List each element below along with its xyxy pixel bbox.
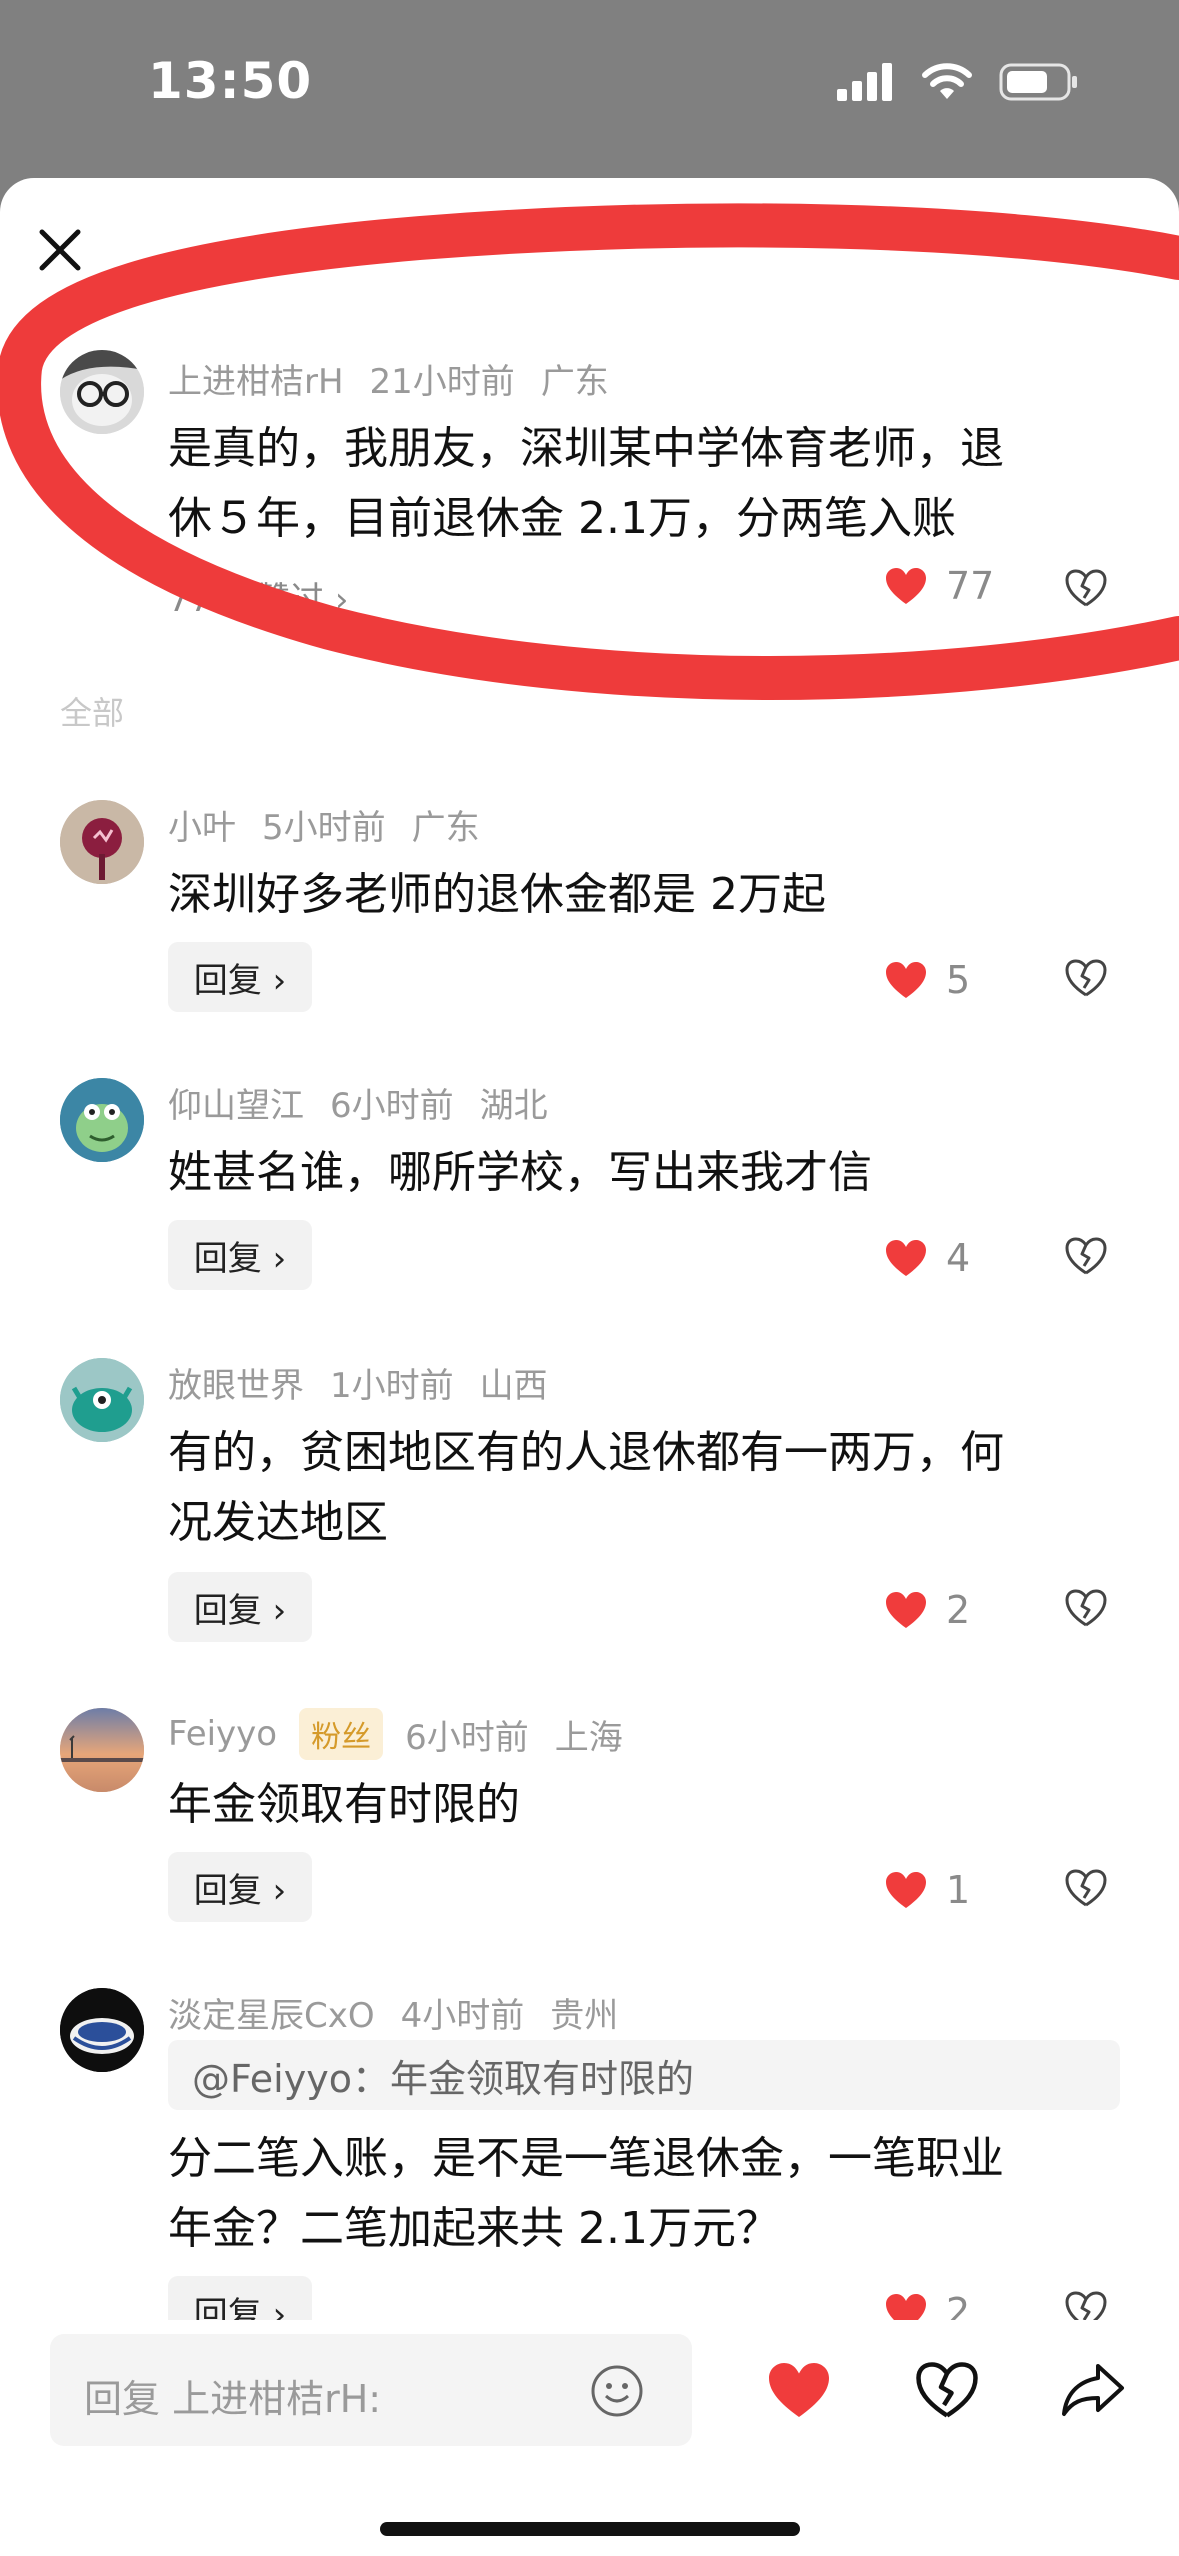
comment-meta: 放眼世界 1小时前 山西 (168, 1358, 548, 1407)
broken-heart-icon[interactable] (1064, 568, 1108, 608)
reply-button[interactable]: 回复 › (168, 1572, 312, 1642)
broken-heart-icon[interactable] (1064, 1868, 1108, 1908)
broken-heart-icon[interactable] (1064, 1236, 1108, 1276)
comment-username[interactable]: 淡定星辰CxO (168, 1988, 375, 2037)
flower-avatar-icon[interactable] (60, 800, 144, 884)
comment-username[interactable]: 上进柑桔rH (168, 354, 344, 403)
like-count: 4 (946, 1236, 971, 1280)
comment-username[interactable]: 仰山望江 (168, 1078, 304, 1127)
teacup-avatar-icon[interactable] (60, 1988, 144, 2072)
monster-avatar-icon[interactable] (60, 1358, 144, 1442)
comment-meta: 淡定星辰CxO 4小时前 贵州 (168, 1988, 618, 2037)
comment-text: 是真的，我朋友，深圳某中学体育老师，退 休５年，目前退休金 2.1万，分两笔入账 (168, 414, 1098, 554)
wifi-icon (922, 63, 972, 99)
like-button[interactable]: 5 (884, 958, 970, 1002)
comment-location: 湖北 (479, 1086, 548, 1126)
comment-time: 5小时前 (262, 808, 386, 848)
comment-location: 广东 (411, 808, 480, 848)
comment-username[interactable]: 小叶 (168, 800, 236, 849)
comment-location: 上海 (554, 1717, 623, 1758)
like-count: 1 (946, 1868, 971, 1912)
like-count: 77 (946, 564, 995, 608)
comment-text-line: 是真的，我朋友，深圳某中学体育老师，退 (168, 423, 1004, 474)
comment-meta: 小叶 5小时前 广东 (168, 800, 480, 849)
like-count: 2 (946, 1588, 971, 1632)
liked-by-link[interactable]: 77 人赞过 › (168, 572, 348, 621)
heart-filled-icon (886, 568, 926, 604)
section-label: 全部 (60, 694, 125, 732)
status-time: 13:50 (148, 52, 313, 110)
status-bar: 13:50 (0, 0, 1179, 178)
close-icon[interactable] (34, 224, 86, 276)
comment-meta: Feiyyo 粉丝 6小时前 上海 (168, 1708, 623, 1760)
comment-meta: 仰山望江 6小时前 湖北 (168, 1078, 548, 1127)
comment-time: 6小时前 (405, 1717, 529, 1758)
fan-badge: 粉丝 (299, 1708, 384, 1760)
reply-button[interactable]: 回复 › (168, 1220, 312, 1290)
comment-text: 有的，贫困地区有的人退休都有一两万，何 况发达地区 (168, 1418, 1098, 1558)
comment-text: 姓甚名谁，哪所学校，写出来我才信 (168, 1147, 872, 1198)
comment-text-line: 休５年，目前退休金 2.1万，分两笔入账 (168, 493, 956, 544)
comment-text-line: 分二笔入账，是不是一笔退休金，一笔职业 (168, 2133, 1004, 2184)
comment-location: 山西 (479, 1366, 548, 1406)
like-button[interactable]: 2 (884, 1588, 970, 1632)
home-indicator (380, 2522, 800, 2536)
heart-filled-icon[interactable] (766, 2360, 832, 2420)
broken-heart-icon[interactable] (1064, 1588, 1108, 1628)
heart-filled-icon (886, 1872, 926, 1908)
comment-text: 深圳好多老师的退休金都是 2万起 (168, 869, 826, 920)
comment-text: 分二笔入账，是不是一笔退休金，一笔职业 年金？二笔加起来共 2.1万元？ (168, 2124, 1098, 2264)
heart-filled-icon (886, 962, 926, 998)
comment-location: 贵州 (550, 1996, 619, 2036)
status-icons (837, 62, 1079, 102)
comment-location: 广东 (540, 362, 609, 402)
bottom-reply-bar: 回复 上进柑桔rH: (0, 2320, 1179, 2556)
like-count: 5 (946, 958, 971, 1002)
battery-icon (999, 63, 1077, 101)
cellular-signal-icon (837, 63, 892, 101)
comment-sheet: 上进柑桔rH 21小时前 广东 是真的，我朋友，深圳某中学体育老师，退 休５年，… (0, 178, 1179, 2556)
glasses-avatar-icon[interactable] (60, 350, 144, 434)
comment-time: 1小时前 (330, 1366, 454, 1406)
heart-filled-icon (886, 1592, 926, 1628)
like-button[interactable]: 4 (884, 1236, 970, 1280)
comment-username[interactable]: 放眼世界 (168, 1358, 304, 1407)
heart-filled-icon (886, 1240, 926, 1276)
sunset-avatar-icon[interactable] (60, 1708, 144, 1792)
emoji-icon[interactable] (590, 2364, 644, 2418)
reply-button[interactable]: 回复 › (168, 1852, 312, 1922)
comment-meta: 上进柑桔rH 21小时前 广东 (168, 354, 609, 403)
reply-placeholder: 回复 上进柑桔rH: (84, 2377, 382, 2421)
reply-button[interactable]: 回复 › (168, 942, 312, 1012)
comment-text-line: 有的，贫困地区有的人退休都有一两万，何 (168, 1427, 1004, 1478)
comment-text: 年金领取有时限的 (168, 1779, 520, 1830)
comment-time: 21小时前 (369, 362, 515, 402)
reply-input[interactable]: 回复 上进柑桔rH: (50, 2334, 692, 2446)
broken-heart-icon[interactable] (914, 2360, 980, 2420)
like-button[interactable]: 77 (884, 564, 994, 608)
quoted-comment[interactable]: @Feiyyo：年金领取有时限的 (168, 2040, 1120, 2110)
comment-username[interactable]: Feiyyo (168, 1714, 277, 1754)
broken-heart-icon[interactable] (1064, 958, 1108, 998)
frog-avatar-icon[interactable] (60, 1078, 144, 1162)
comment-text-line: 况发达地区 (168, 1497, 388, 1548)
share-icon[interactable] (1060, 2360, 1126, 2420)
comment-time: 4小时前 (400, 1996, 525, 2036)
like-button[interactable]: 1 (884, 1868, 970, 1912)
comment-time: 6小时前 (330, 1086, 454, 1126)
comment-text-line: 年金？二笔加起来共 2.1万元？ (168, 2203, 780, 2254)
